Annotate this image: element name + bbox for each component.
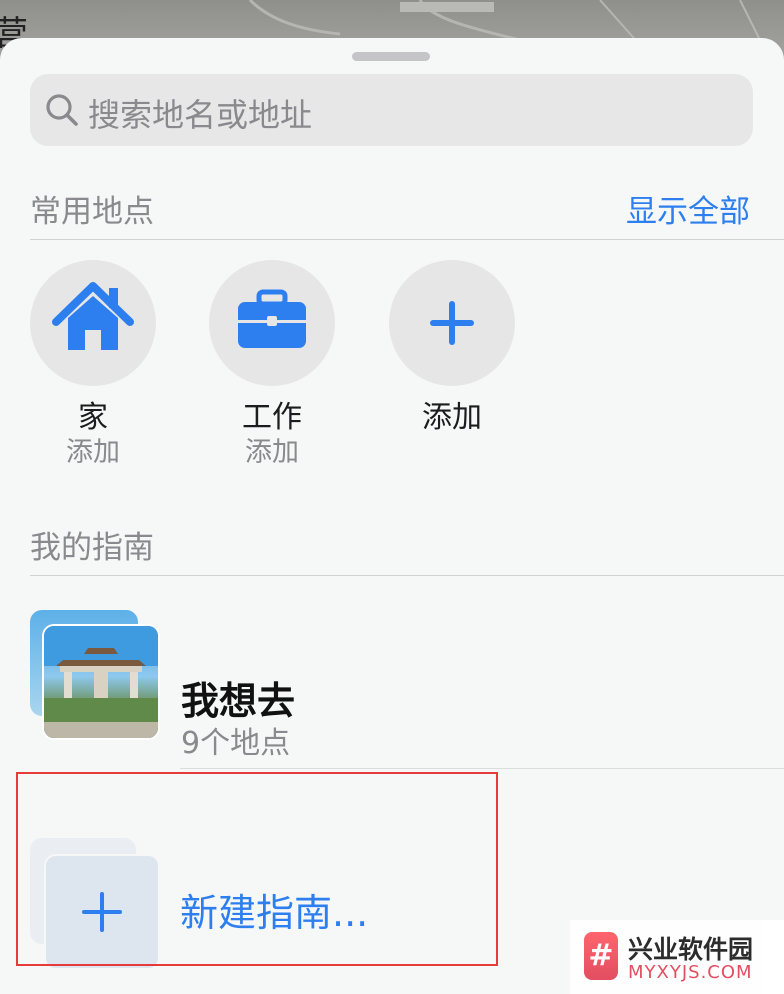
favorites-divider [30, 239, 784, 240]
magnifier-icon [44, 92, 80, 132]
watermark-en-text: MYXYJS.COM [628, 962, 753, 983]
guides-title: 我的指南 [30, 530, 154, 566]
search-input[interactable]: 搜索地名或地址 [88, 90, 312, 136]
watermark-cn-text: 兴业软件园 [628, 935, 754, 964]
favorite-home-sub: 添加 [66, 437, 120, 468]
sheet-grabber[interactable] [352, 52, 430, 61]
watermark: # 兴业软件园 MYXYJS.COM [570, 920, 784, 994]
favorite-home-label: 家 [78, 400, 108, 435]
guide-row-divider [180, 768, 784, 769]
guide-thumbnail [42, 624, 160, 740]
favorite-work-label: 工作 [242, 400, 302, 435]
briefcase-icon [238, 289, 306, 348]
favorite-home[interactable]: 家 添加 [30, 260, 156, 470]
highlight-box [16, 772, 498, 966]
watermark-logo: # [584, 932, 618, 980]
favorite-add-label: 添加 [422, 400, 482, 435]
guide-place-count: 9个地点 [181, 726, 291, 761]
guide-name: 我想去 [181, 679, 296, 723]
plus-icon [430, 301, 474, 345]
favorite-work[interactable]: 工作 添加 [209, 260, 335, 470]
guides-divider [30, 575, 784, 576]
home-icon [52, 282, 134, 350]
work-circle[interactable] [209, 260, 335, 386]
home-circle[interactable] [30, 260, 156, 386]
add-circle[interactable] [389, 260, 515, 386]
show-all-link[interactable]: 显示全部 [626, 186, 750, 231]
search-bar[interactable]: 搜索地名或地址 [30, 74, 753, 146]
favorites-title: 常用地点 [30, 194, 154, 230]
favorite-add[interactable]: 添加 [389, 260, 515, 436]
favorite-work-sub: 添加 [245, 437, 299, 468]
guide-row-want-to-go[interactable]: 我想去 9个地点 [0, 600, 784, 770]
